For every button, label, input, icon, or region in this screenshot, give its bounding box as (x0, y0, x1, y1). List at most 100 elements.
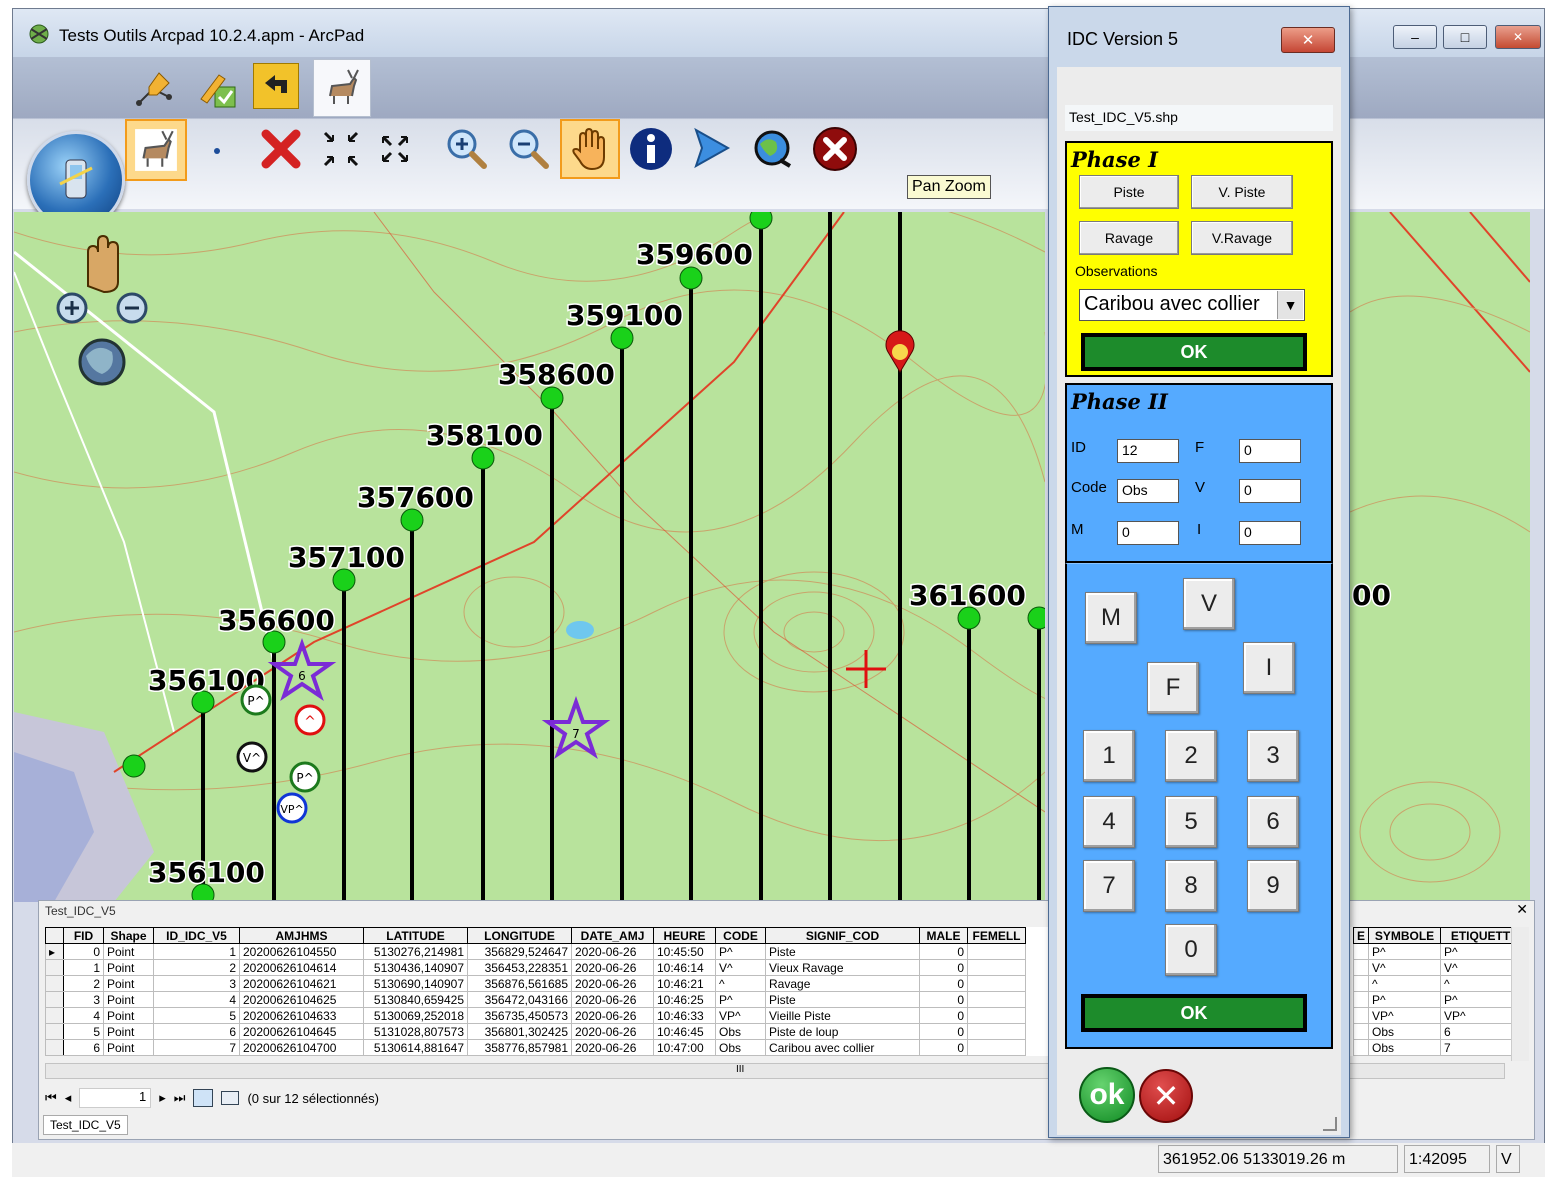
key-1[interactable]: 1 (1083, 730, 1135, 782)
column-header[interactable]: FEMELL (967, 927, 1026, 944)
table-cell[interactable]: 5130436,140907 (363, 959, 468, 976)
table-cell[interactable]: 5130690,140907 (363, 975, 468, 992)
delete-x-icon[interactable] (255, 123, 307, 175)
id-field[interactable]: 12 (1117, 439, 1179, 463)
table-cell[interactable]: 3 (153, 975, 240, 992)
i-count-field[interactable]: 0 (1239, 521, 1301, 545)
table-cell[interactable]: VP^ (715, 1007, 766, 1024)
map-full-extent-widget[interactable] (78, 338, 126, 386)
table-cell[interactable] (967, 959, 1026, 976)
column-header[interactable]: E (1352, 927, 1370, 944)
table-cell[interactable]: 1 (63, 959, 104, 976)
column-header[interactable]: SIGNIF_COD (765, 927, 920, 944)
table-cell[interactable] (967, 1007, 1026, 1024)
minimize-button[interactable]: – (1393, 25, 1437, 49)
table-cell[interactable]: 3 (63, 991, 104, 1008)
scale-readout[interactable]: 1:42095 (1404, 1145, 1490, 1173)
table-cell[interactable]: Piste de loup (765, 1023, 920, 1040)
vieux-ravage-button[interactable]: V.Ravage (1191, 221, 1293, 255)
attribute-table-close-icon[interactable]: ✕ (1516, 901, 1528, 918)
table-cell[interactable]: P^ (1440, 943, 1522, 960)
select-arrow-icon[interactable] (685, 123, 737, 175)
table-cell[interactable]: Point (103, 991, 154, 1008)
hand-pan-icon[interactable] (560, 119, 620, 179)
table-cell[interactable]: Ravage (765, 975, 920, 992)
table-cell[interactable]: 10:46:14 (653, 959, 716, 976)
globe-refresh-icon[interactable] (747, 123, 799, 175)
table-cell[interactable]: 20200626104700 (239, 1039, 364, 1056)
table-cell[interactable]: 4 (63, 1007, 104, 1024)
table-cell[interactable]: 6 (153, 1023, 240, 1040)
key-9[interactable]: 9 (1247, 860, 1299, 912)
table-cell[interactable]: 2 (153, 959, 240, 976)
table-cell[interactable]: 2020-06-26 (571, 975, 654, 992)
column-header[interactable]: LATITUDE (363, 927, 468, 944)
table-cell[interactable] (1352, 1023, 1370, 1040)
table-cell[interactable] (1352, 975, 1370, 992)
table-cell[interactable]: 5130276,214981 (363, 943, 468, 960)
table-cell[interactable] (1352, 1007, 1370, 1024)
table-cell[interactable]: 20200626104633 (239, 1007, 364, 1024)
dialog-close-button[interactable]: ✕ (1281, 27, 1335, 53)
table-cell[interactable]: 10:46:33 (653, 1007, 716, 1024)
column-header[interactable]: LONGITUDE (467, 927, 572, 944)
resize-grip-icon[interactable] (1323, 1117, 1337, 1131)
map-zoom-out-widget[interactable] (116, 292, 148, 324)
table-cell[interactable] (967, 991, 1026, 1008)
row-selector[interactable] (45, 975, 64, 992)
table-cell[interactable] (967, 975, 1026, 992)
table-cell[interactable]: 0 (919, 975, 968, 992)
table-cell[interactable]: 5 (153, 1007, 240, 1024)
table-cell[interactable]: 2 (63, 975, 104, 992)
row-selector[interactable]: ▸ (45, 943, 64, 960)
key-3[interactable]: 3 (1247, 730, 1299, 782)
table-cell[interactable]: Obs (715, 1023, 766, 1040)
table-cell[interactable]: Obs (1368, 1039, 1442, 1056)
table-cell[interactable]: 2020-06-26 (571, 991, 654, 1008)
row-selector[interactable] (45, 1039, 64, 1056)
table-cell[interactable]: 5130069,252018 (363, 1007, 468, 1024)
table-cell[interactable]: 5 (63, 1023, 104, 1040)
key-i[interactable]: I (1243, 642, 1295, 694)
key-m[interactable]: M (1085, 592, 1137, 644)
column-header[interactable]: ID_IDC_V5 (153, 927, 240, 944)
form-view-icon[interactable] (221, 1091, 240, 1105)
table-cell[interactable]: 6 (1440, 1023, 1522, 1040)
table-cell[interactable] (1352, 943, 1370, 960)
table-cell[interactable]: 20200626104550 (239, 943, 364, 960)
code-field[interactable]: Obs (1117, 479, 1179, 503)
column-header[interactable]: CODE (715, 927, 766, 944)
m-count-field[interactable]: 0 (1117, 521, 1179, 545)
table-cell[interactable]: P^ (715, 991, 766, 1008)
table-cell[interactable]: 5130840,659425 (363, 991, 468, 1008)
back-arrow-icon[interactable] (253, 63, 299, 109)
table-cell[interactable]: P^ (1368, 943, 1442, 960)
previous-record-icon[interactable]: ◂ (65, 1090, 72, 1106)
table-cell[interactable] (1352, 991, 1370, 1008)
v-count-field[interactable]: 0 (1239, 479, 1301, 503)
next-record-icon[interactable]: ▸ (159, 1090, 166, 1106)
table-cell[interactable]: Obs (715, 1039, 766, 1056)
table-cell[interactable]: Point (103, 1039, 154, 1056)
table-cell[interactable] (967, 1023, 1026, 1040)
key-5[interactable]: 5 (1165, 796, 1217, 848)
confirm-ok-button[interactable]: ok (1079, 1067, 1135, 1123)
table-cell[interactable]: P^ (715, 943, 766, 960)
first-record-icon[interactable]: ⏮ (45, 1090, 57, 1106)
table-cell[interactable]: 1 (153, 943, 240, 960)
table-cell[interactable]: 10:46:21 (653, 975, 716, 992)
key-7[interactable]: 7 (1083, 860, 1135, 912)
table-cell[interactable]: VP^ (1440, 1007, 1522, 1024)
table-cell[interactable]: 20200626104645 (239, 1023, 364, 1040)
maximize-button[interactable]: □ (1443, 25, 1487, 49)
row-selector[interactable] (45, 1007, 64, 1024)
column-header[interactable]: DATE_AMJ (571, 927, 654, 944)
edit-vertices-icon[interactable] (129, 63, 181, 115)
phase-1-ok-button[interactable]: OK (1081, 333, 1307, 371)
table-view-icon[interactable] (193, 1089, 214, 1107)
vieille-piste-button[interactable]: V. Piste (1191, 175, 1293, 209)
table-cell[interactable] (967, 1039, 1026, 1056)
table-cell[interactable]: V^ (1368, 959, 1442, 976)
zoom-in-icon[interactable] (441, 123, 493, 175)
zoom-out-icon[interactable] (503, 123, 555, 175)
